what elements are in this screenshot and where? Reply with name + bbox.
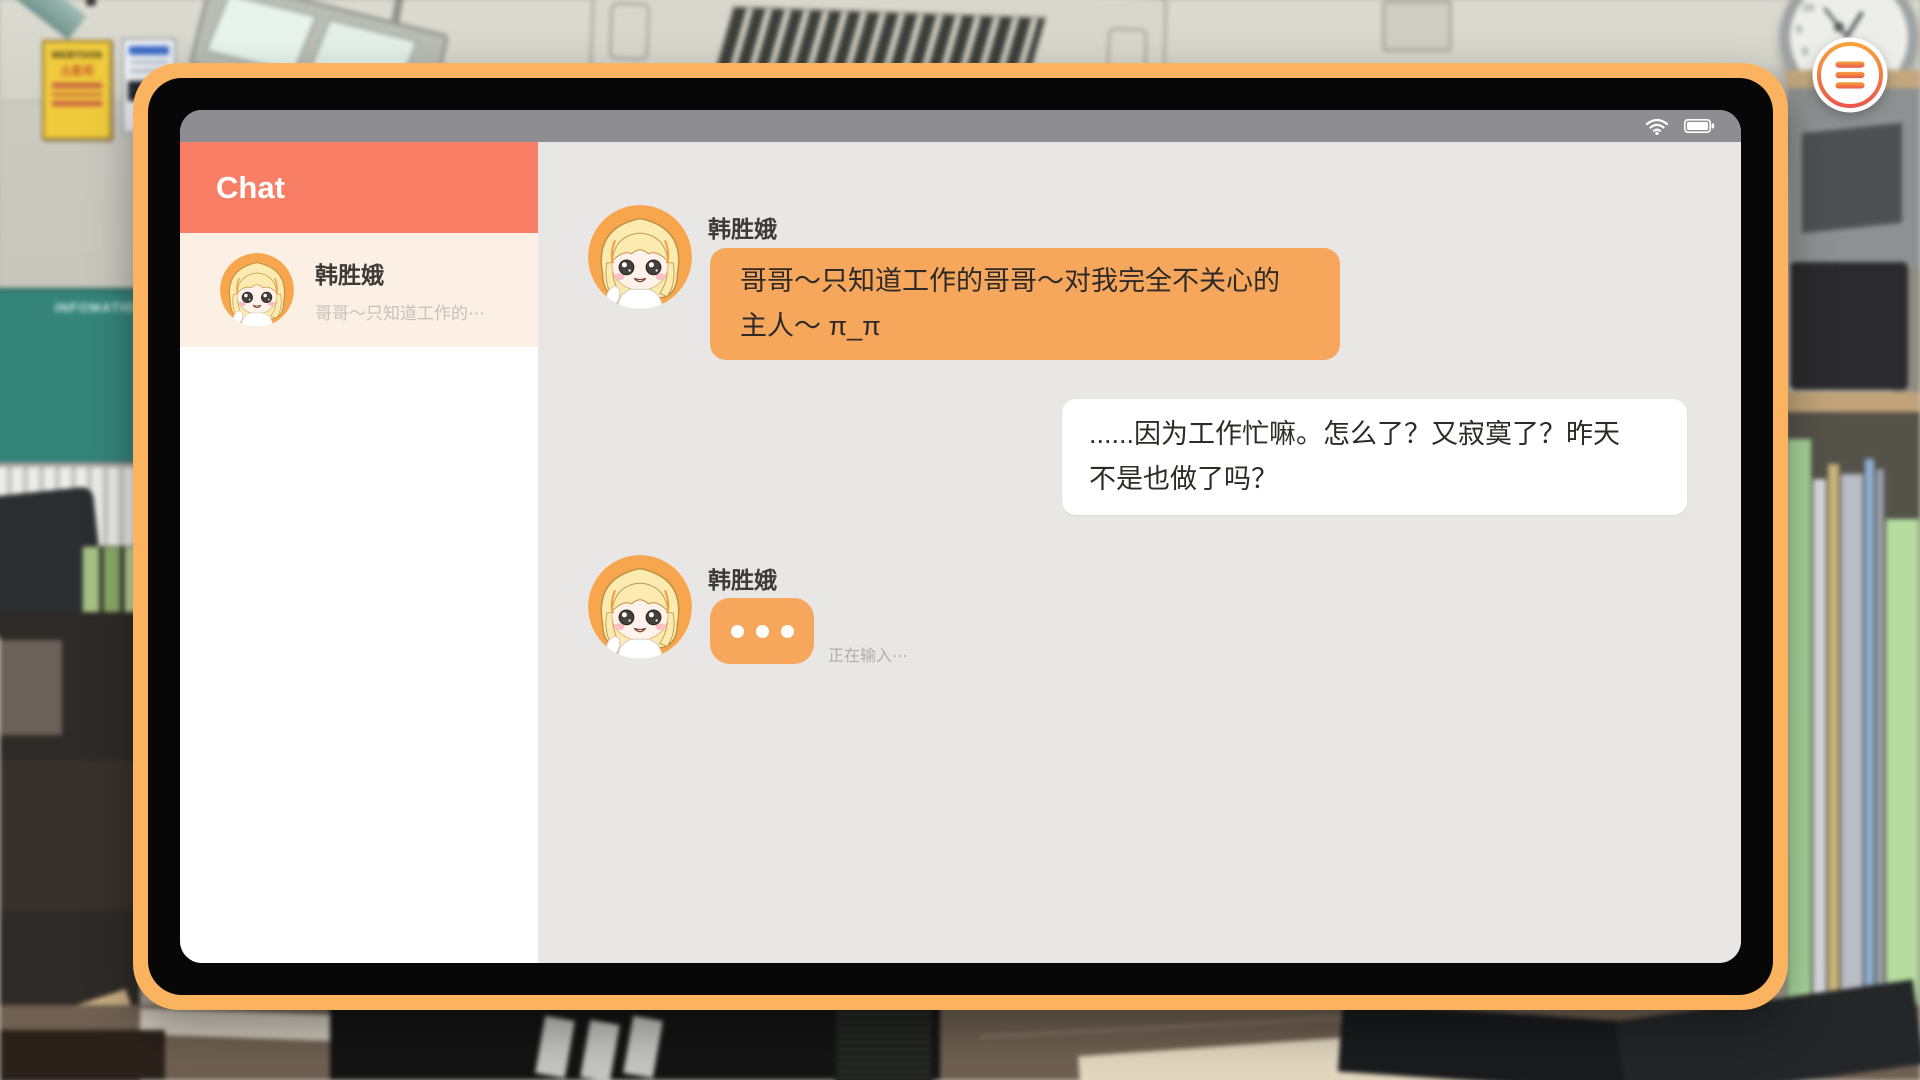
shelf-board [1786,392,1920,412]
poster-text: 스토리 [44,62,110,79]
poster-decoration [52,92,102,97]
poster-decoration [130,60,168,64]
poster-decoration [129,46,169,55]
conversation-item[interactable]: 韩胜娥 哥哥～只知道工作的⋯ [180,233,538,347]
avatar [220,253,294,327]
board-pin [86,0,96,6]
sender-name: 韩胜娥 [708,561,777,595]
webtoon-poster: WEBTOON 스토리 [42,40,112,140]
clock-hour-hand [1846,11,1864,37]
tablet-device: Chat 韩胜娥 哥哥～只知道工作的⋯ 韩胜娥 [133,63,1788,1010]
typing-dot [731,625,744,638]
message-bubble-outgoing: ......因为工作忙嘛。怎么了？又寂寞了？昨天 不是也做了吗？ [1062,399,1687,515]
game-screen: 12 11 10 9 8 7 INFOMATION WEBTOON 스토리 [0,0,1920,1080]
menu-button[interactable] [1812,37,1888,113]
chat-header: Chat [180,142,538,233]
typing-dot [756,625,769,638]
furniture-silhouette [0,760,140,910]
clock-number: 10 [1802,2,1814,14]
conversation-name: 韩胜娥 [315,256,485,290]
ceiling-fixture [1382,0,1452,52]
message-bubble-incoming: 哥哥～只知道工作的哥哥～对我完全不关心的 主人～ π_π [710,248,1340,360]
furniture-silhouette [0,640,62,735]
sidebar: Chat 韩胜娥 哥哥～只知道工作的⋯ [180,142,538,963]
ac-vent-tab [608,2,650,61]
conversation-preview: 哥哥～只知道工作的⋯ [315,299,485,324]
poster-decoration [52,83,102,88]
tablet-screen: Chat 韩胜娥 哥哥～只知道工作的⋯ 韩胜娥 [180,110,1741,963]
typing-label: 正在输入⋯ [828,642,908,666]
sender-name: 韩胜娥 [708,210,777,244]
binder [1790,262,1908,390]
poster-text: WEBTOON [44,50,110,60]
vent-grille [835,1010,933,1080]
shelf-unit [1788,88,1920,268]
message-list[interactable]: 韩胜娥 哥哥～只知道工作的哥哥～对我完全不关心的 主人～ π_π ......因… [538,142,1741,963]
clock-number: 8 [1802,46,1808,58]
typing-bubble [710,598,814,664]
hamburger-icon [1812,37,1888,113]
status-bar [180,110,1741,142]
conversation-texts: 韩胜娥 哥哥～只知道工作的⋯ [315,256,485,324]
poster-decoration [52,101,102,106]
clock-hub [1834,22,1844,32]
battery-icon [1684,119,1715,133]
avatar [588,205,692,309]
typing-dot [781,625,794,638]
wifi-icon [1645,117,1669,135]
floor-shadow [0,1030,165,1080]
book-stack-right [1786,412,1920,1040]
screen-body: Chat 韩胜娥 哥哥～只知道工作的⋯ 韩胜娥 [180,142,1741,963]
avatar [588,555,692,659]
tablet-frame: Chat 韩胜娥 哥哥～只知道工作的⋯ 韩胜娥 [148,78,1773,995]
tile-line [980,1015,1380,1039]
clock-number: 9 [1796,24,1802,36]
